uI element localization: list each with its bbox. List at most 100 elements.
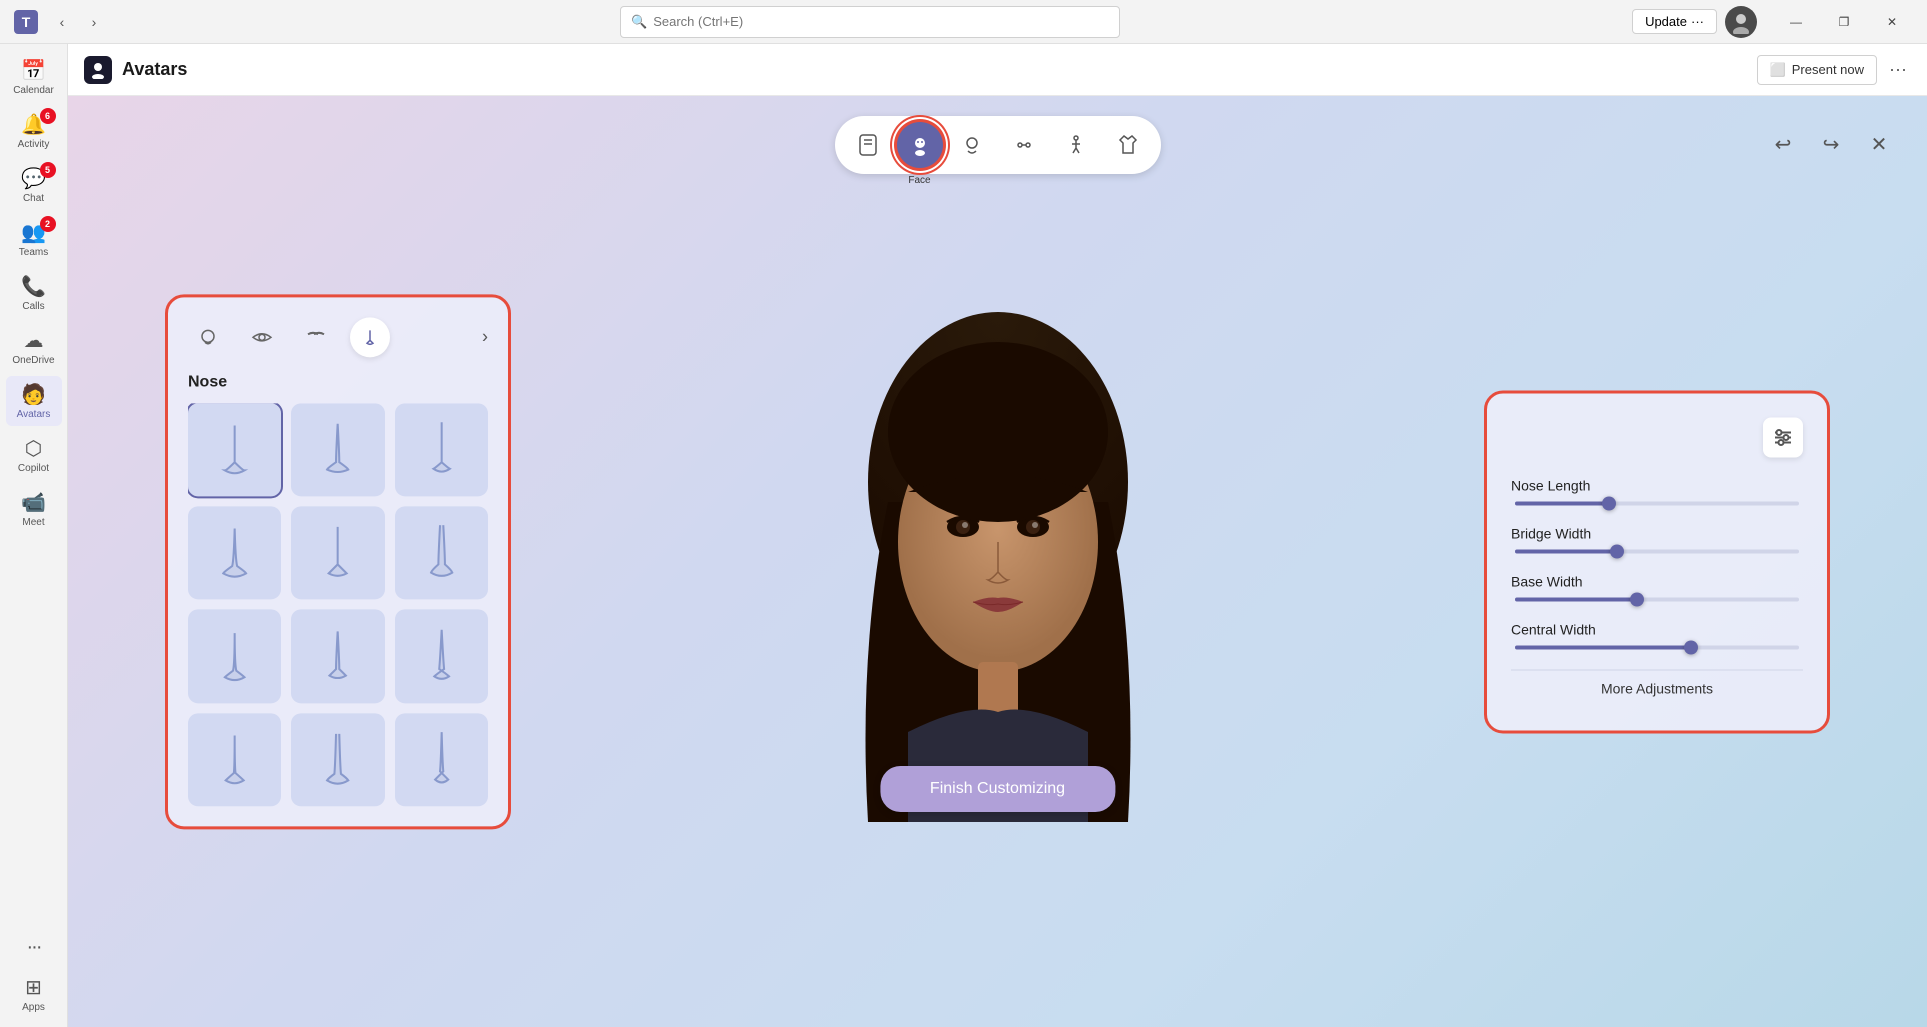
nose-item-11[interactable] <box>291 713 384 806</box>
central-width-label: Central Width <box>1511 621 1803 637</box>
sidebar-item-onedrive[interactable]: ☁ OneDrive <box>6 322 62 372</box>
nose-item-12[interactable] <box>395 713 488 806</box>
calls-icon: 📞 <box>21 274 46 299</box>
update-button[interactable]: Update ··· <box>1632 9 1717 34</box>
toolbar-face-button[interactable] <box>897 122 943 168</box>
nose-length-fill <box>1515 501 1609 505</box>
base-width-track[interactable] <box>1515 597 1799 601</box>
avatars-app-icon <box>84 56 112 84</box>
panel-section-title: Nose <box>188 373 488 391</box>
sidebar-item-calendar[interactable]: 📅 Calendar <box>6 52 62 102</box>
nose-length-track[interactable] <box>1515 501 1799 505</box>
user-avatar[interactable] <box>1725 6 1757 38</box>
nose-item-3[interactable] <box>395 403 488 496</box>
bridge-width-group: Bridge Width <box>1511 525 1803 553</box>
central-width-track[interactable] <box>1515 645 1799 649</box>
nose-item-6[interactable] <box>395 506 488 599</box>
sidebar-item-avatars[interactable]: 🧑 Avatars <box>6 376 62 426</box>
app-header: Avatars ⬜ Present now ··· <box>68 44 1927 96</box>
apps-icon: ⊞ <box>25 975 42 1000</box>
copilot-icon: ⬡ <box>25 436 42 461</box>
nose-length-group: Nose Length <box>1511 477 1803 505</box>
more-adjustments-button[interactable]: More Adjustments <box>1511 669 1803 706</box>
meet-icon: 📹 <box>21 490 46 515</box>
tab-eyes[interactable] <box>242 317 282 357</box>
bridge-width-thumb[interactable] <box>1610 544 1624 558</box>
sidebar-item-activity[interactable]: 6 🔔 Activity <box>6 106 62 156</box>
close-button[interactable]: ✕ <box>1869 6 1915 38</box>
tab-face-shape[interactable] <box>188 317 228 357</box>
present-icon: ⬜ <box>1770 62 1786 78</box>
sidebar-item-more[interactable]: ··· <box>6 930 62 965</box>
nose-grid <box>188 403 488 806</box>
minimize-button[interactable]: — <box>1773 6 1819 38</box>
forward-button[interactable]: › <box>80 8 108 36</box>
avatar-display <box>788 282 1208 842</box>
bridge-width-track[interactable] <box>1515 549 1799 553</box>
nose-item-10[interactable] <box>188 713 281 806</box>
top-toolbar: Face <box>835 116 1161 174</box>
nose-item-4[interactable] <box>188 506 281 599</box>
nose-item-5[interactable] <box>291 506 384 599</box>
toolbar-body2-button[interactable] <box>1001 122 1047 168</box>
more-icon: ··· <box>27 936 41 959</box>
finish-customizing-button[interactable]: Finish Customizing <box>880 766 1115 812</box>
app-container: 📅 Calendar 6 🔔 Activity 5 💬 Chat 2 👥 Tea… <box>0 44 1927 1027</box>
face-tab-wrapper: Face <box>897 122 943 168</box>
nose-length-thumb[interactable] <box>1602 496 1616 510</box>
base-width-group: Base Width <box>1511 573 1803 601</box>
ellipsis-icon: ··· <box>1691 14 1704 29</box>
svg-text:T: T <box>22 14 31 30</box>
back-button[interactable]: ‹ <box>48 8 76 36</box>
badge-chat: 5 <box>40 162 56 178</box>
nose-item-2[interactable] <box>291 403 384 496</box>
nose-length-label: Nose Length <box>1511 477 1803 493</box>
teams-logo: T <box>12 8 40 36</box>
header-more-button[interactable]: ··· <box>1885 55 1911 84</box>
panel-next-button[interactable]: › <box>482 326 488 347</box>
main-content: Avatars ⬜ Present now ··· <box>68 44 1927 1027</box>
bridge-width-fill <box>1515 549 1617 553</box>
sidebar: 📅 Calendar 6 🔔 Activity 5 💬 Chat 2 👥 Tea… <box>0 44 68 1027</box>
bridge-width-label: Bridge Width <box>1511 525 1803 541</box>
sidebar-item-calls[interactable]: 📞 Calls <box>6 268 62 318</box>
search-bar: 🔍 <box>620 6 1120 38</box>
central-width-group: Central Width <box>1511 621 1803 649</box>
present-now-button[interactable]: ⬜ Present now <box>1757 55 1877 85</box>
central-width-fill <box>1515 645 1691 649</box>
search-input[interactable] <box>653 14 1109 29</box>
badge-teams: 2 <box>40 216 56 232</box>
sidebar-item-teams[interactable]: 2 👥 Teams <box>6 214 62 264</box>
nose-item-9[interactable] <box>395 610 488 703</box>
sidebar-item-apps[interactable]: ⊞ Apps <box>6 969 62 1019</box>
adjustments-icon-button[interactable] <box>1763 417 1803 457</box>
central-width-thumb[interactable] <box>1684 640 1698 654</box>
redo-button[interactable]: ↪ <box>1813 126 1849 162</box>
avatars-icon: 🧑 <box>21 382 46 407</box>
toolbar-pose-button[interactable] <box>1053 122 1099 168</box>
close-editor-button[interactable]: ✕ <box>1861 126 1897 162</box>
panel-tabs: › <box>188 317 488 357</box>
maximize-button[interactable]: ❐ <box>1821 6 1867 38</box>
header-right: ⬜ Present now ··· <box>1757 55 1911 85</box>
calendar-icon: 📅 <box>21 58 46 83</box>
nose-item-7[interactable] <box>188 610 281 703</box>
toolbar-outfit-button[interactable] <box>1105 122 1151 168</box>
base-width-thumb[interactable] <box>1630 592 1644 606</box>
sidebar-item-meet[interactable]: 📹 Meet <box>6 484 62 534</box>
nav-buttons: ‹ › <box>48 8 108 36</box>
toolbar-body-button[interactable] <box>845 122 891 168</box>
search-icon: 🔍 <box>631 14 647 30</box>
nose-item-1[interactable] <box>188 403 281 496</box>
right-panel-header <box>1511 417 1803 457</box>
nose-item-8[interactable] <box>291 610 384 703</box>
right-panel: Nose Length Bridge Width Bas <box>1487 393 1827 730</box>
sidebar-item-copilot[interactable]: ⬡ Copilot <box>6 430 62 480</box>
undo-button[interactable]: ↩ <box>1765 126 1801 162</box>
avatar-center: Finish Customizing <box>788 282 1208 842</box>
sidebar-item-chat[interactable]: 5 💬 Chat <box>6 160 62 210</box>
tab-eyebrows[interactable] <box>296 317 336 357</box>
toolbar-head-button[interactable] <box>949 122 995 168</box>
face-tab-label: Face <box>908 175 930 186</box>
tab-nose[interactable] <box>350 317 390 357</box>
